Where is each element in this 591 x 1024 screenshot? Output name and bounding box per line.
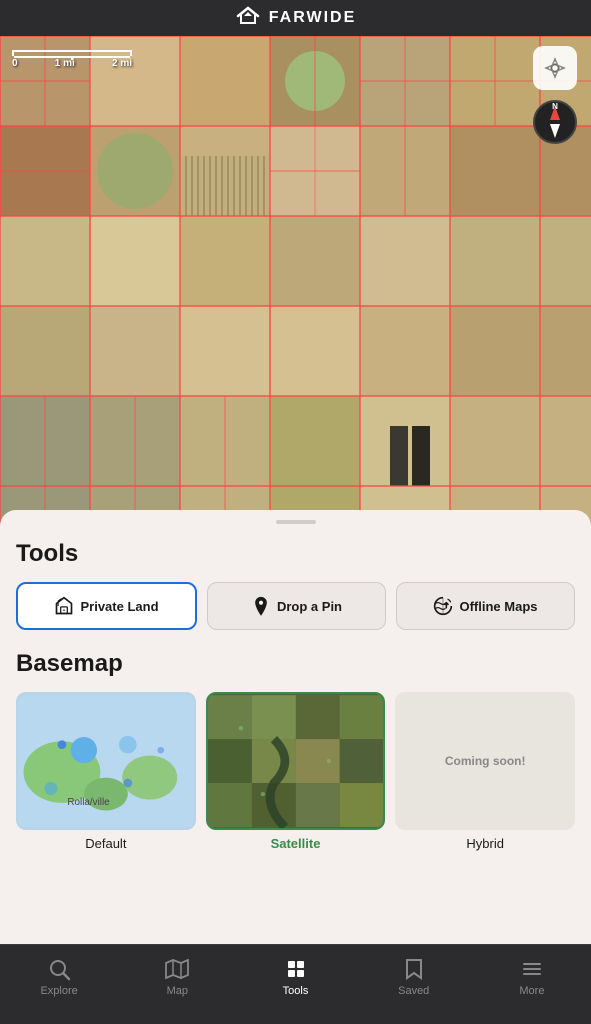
- logo-icon: [235, 6, 261, 31]
- bottom-sheet: Tools Private Land Drop a Pin: [0, 510, 591, 944]
- basemap-section-title: Basemap: [16, 650, 575, 678]
- basemap-hybrid-label: Hybrid: [466, 836, 504, 851]
- basemap-default-thumb: Rolla/ville: [16, 692, 196, 830]
- nav-more-label: More: [519, 985, 544, 997]
- tools-row: Private Land Drop a Pin Offline Maps: [16, 582, 575, 630]
- scale-label-2: 2 mi: [112, 58, 132, 69]
- map-container[interactable]: 0 1 mi 2 mi N: [0, 36, 591, 536]
- basemap-default-label: Default: [85, 836, 126, 851]
- logo: FARWIDE: [235, 6, 356, 31]
- drop-pin-label: Drop a Pin: [277, 599, 342, 614]
- nav-tools-label: Tools: [283, 985, 309, 997]
- compass: N: [533, 100, 577, 144]
- basemap-row: Rolla/ville Default: [16, 692, 575, 851]
- basemap-satellite-label: Satellite: [271, 836, 321, 851]
- map-svg: [0, 36, 591, 536]
- offline-maps-button[interactable]: Offline Maps: [396, 582, 575, 630]
- offline-maps-label: Offline Maps: [459, 599, 537, 614]
- tools-section-title: Tools: [16, 540, 575, 568]
- basemap-default[interactable]: Rolla/ville Default: [16, 692, 196, 851]
- nav-saved-label: Saved: [398, 985, 429, 997]
- app-title: FARWIDE: [269, 9, 356, 27]
- app-header: FARWIDE: [0, 0, 591, 36]
- private-land-button[interactable]: Private Land: [16, 582, 197, 630]
- basemap-satellite[interactable]: Satellite: [206, 692, 386, 851]
- coming-soon-text: Coming soon!: [445, 754, 526, 768]
- drop-pin-button[interactable]: Drop a Pin: [207, 582, 386, 630]
- svg-text:Rolla/ville: Rolla/ville: [67, 797, 110, 808]
- basemap-satellite-thumb: [206, 692, 386, 830]
- scale-label-0: 0: [12, 58, 18, 69]
- nav-saved[interactable]: Saved: [355, 957, 473, 997]
- nav-map[interactable]: Map: [118, 957, 236, 997]
- map-canvas[interactable]: 0 1 mi 2 mi N: [0, 36, 591, 536]
- private-land-label: Private Land: [80, 599, 158, 614]
- location-button[interactable]: [533, 46, 577, 90]
- nav-explore[interactable]: Explore: [0, 957, 118, 997]
- nav-map-label: Map: [167, 985, 188, 997]
- basemap-hybrid-thumb: Coming soon!: [395, 692, 575, 830]
- scale-bar: 0 1 mi 2 mi: [12, 50, 132, 69]
- drag-handle[interactable]: [276, 520, 316, 524]
- nav-tools[interactable]: Tools: [236, 957, 354, 997]
- nav-more[interactable]: More: [473, 957, 591, 997]
- bottom-nav: Explore Map Tools Saved Mor: [0, 944, 591, 1024]
- compass-n-label: N: [552, 102, 558, 111]
- basemap-hybrid[interactable]: Coming soon! Hybrid: [395, 692, 575, 851]
- nav-explore-label: Explore: [40, 985, 77, 997]
